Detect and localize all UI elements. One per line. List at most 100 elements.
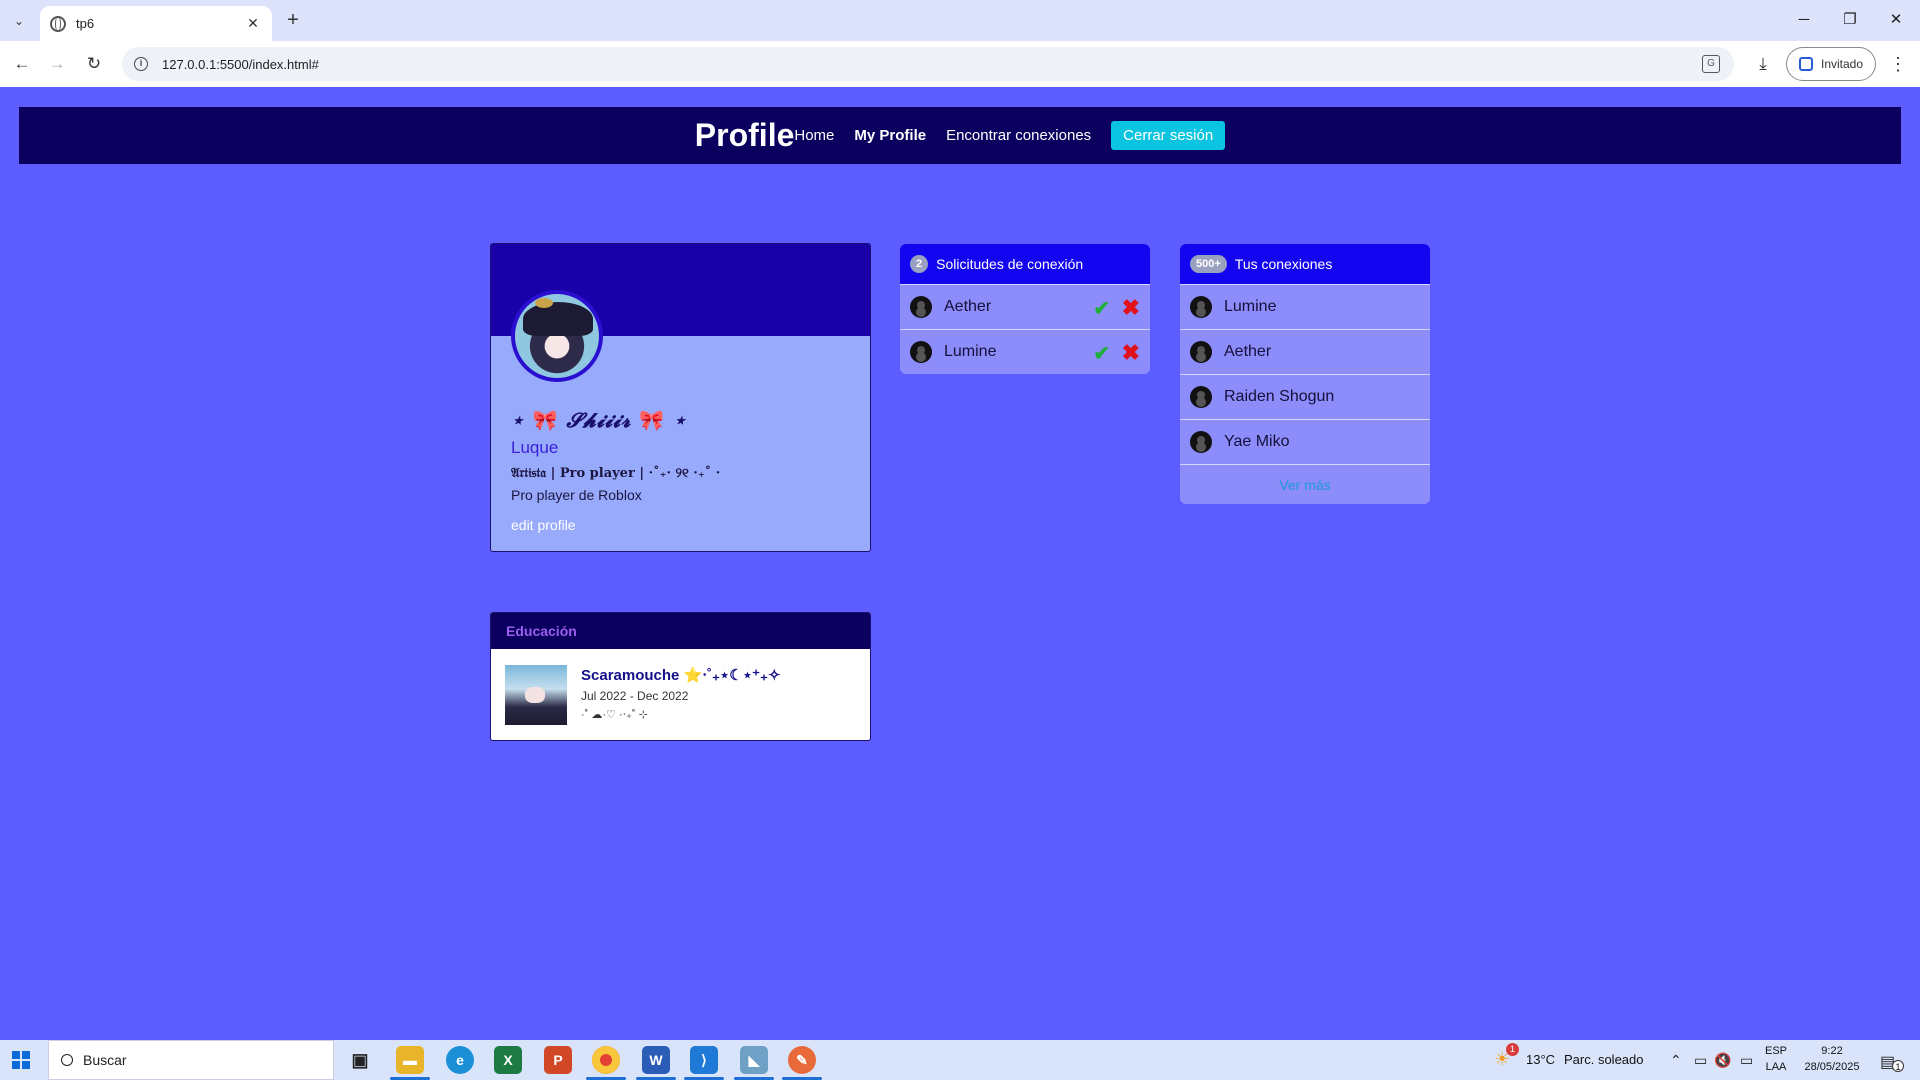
accept-check-icon[interactable]: ✔	[1093, 341, 1110, 366]
language-top[interactable]: ESP	[1762, 1045, 1790, 1057]
address-bar[interactable]: i 127.0.0.1:5500/index.html# G	[122, 47, 1734, 81]
weather-alert-badge: 1	[1506, 1043, 1519, 1056]
education-card: Educación Scaramouche ⭐‧˚₊⋆☾⋆⁺₊✧ Jul 202…	[490, 612, 871, 741]
profile-card: ⋆ 🎀 𝓢𝓱𝓲𝓲𝓲𝓻 🎀 ⋆ Luque 𝔄𝔯𝔱𝔦𝔰𝔱𝔞 | Pro playe…	[490, 243, 871, 552]
close-window-icon[interactable]: ✕	[1876, 6, 1916, 34]
meet-icon[interactable]: ▭	[1694, 1052, 1707, 1069]
new-tab-plus-icon[interactable]: +	[281, 8, 305, 32]
close-tab-icon[interactable]: ✕	[244, 15, 262, 32]
site-navbar: Profile Home My Profile Encontrar conexi…	[19, 107, 1901, 164]
tab-list-chevron-icon[interactable]: ⌄	[8, 10, 30, 32]
nav-find-connections-link[interactable]: Encontrar conexiones	[946, 127, 1091, 144]
education-header: Educación	[491, 613, 870, 649]
reload-icon[interactable]: ↻	[82, 52, 106, 76]
weather-temperature[interactable]: 13°C	[1526, 1052, 1555, 1067]
connections-header: 500+ Tus conexiones	[1180, 244, 1430, 284]
download-icon[interactable]: ⤓	[1752, 53, 1774, 75]
notifications-badge: 1	[1892, 1060, 1904, 1072]
requests-header: 2 Solicitudes de conexión	[900, 244, 1150, 284]
user-avatar-icon	[1190, 296, 1212, 318]
search-icon	[61, 1054, 73, 1066]
person-icon	[1799, 57, 1813, 71]
guest-profile-button[interactable]: Invitado	[1786, 47, 1876, 81]
connection-name: Lumine	[1224, 298, 1277, 315]
user-avatar-icon	[1190, 386, 1212, 408]
profile-info: ⋆ 🎀 𝓢𝓱𝓲𝓲𝓲𝓻 🎀 ⋆ Luque 𝔄𝔯𝔱𝔦𝔰𝔱𝔞 | Pro playe…	[511, 408, 851, 535]
profile-label: Invitado	[1821, 57, 1864, 71]
request-name: Aether	[944, 298, 992, 315]
reject-x-icon[interactable]: ✖	[1122, 340, 1140, 366]
see-more-link[interactable]: Ver más	[1180, 464, 1430, 504]
translate-icon[interactable]: G	[1702, 55, 1720, 73]
muted-speaker-icon[interactable]: 🔇	[1714, 1052, 1731, 1069]
connection-row[interactable]: Yae Miko	[1180, 419, 1430, 464]
request-row: Aether ✔ ✖	[900, 284, 1150, 329]
word-icon[interactable]: W	[642, 1046, 670, 1074]
connection-name: Yae Miko	[1224, 433, 1290, 450]
browser-toolbar: ← → ↻ i 127.0.0.1:5500/index.html# G ⤓ I…	[0, 41, 1920, 87]
brand-title: Profile	[694, 117, 795, 153]
user-avatar-icon	[910, 341, 932, 363]
user-avatar-icon	[1190, 341, 1212, 363]
file-explorer-icon[interactable]: ▬	[396, 1046, 424, 1074]
connections-panel: 500+ Tus conexiones Lumine Aether Raiden…	[1180, 244, 1430, 504]
education-description: ·˚ ☁·♡ ·‧₊˚ ⊹	[581, 709, 648, 721]
connection-row[interactable]: Raiden Shogun	[1180, 374, 1430, 419]
vscode-icon[interactable]: ⟩	[690, 1046, 718, 1074]
education-dates: Jul 2022 - Dec 2022	[581, 689, 689, 703]
connections-count-badge: 500+	[1190, 255, 1227, 273]
browser-tabstrip: ⌄ tp6 ✕ + ─ ❐ ✕	[0, 0, 1920, 41]
requests-title: Solicitudes de conexión	[936, 256, 1084, 272]
tab-title: tp6	[76, 16, 95, 31]
windows-start-icon[interactable]	[12, 1051, 30, 1069]
clock-time[interactable]: 9:22	[1800, 1045, 1864, 1057]
forward-arrow-icon[interactable]: →	[45, 52, 69, 76]
edge-icon[interactable]: e	[446, 1046, 474, 1074]
display-name: ⋆ 🎀 𝓢𝓱𝓲𝓲𝓲𝓻 🎀 ⋆	[511, 408, 687, 432]
edit-profile-link[interactable]: edit profile	[511, 517, 576, 533]
education-title: Scaramouche ⭐‧˚₊⋆☾⋆⁺₊✧	[581, 667, 781, 684]
globe-icon	[50, 15, 66, 32]
connection-row[interactable]: Aether	[1180, 329, 1430, 374]
weather-description[interactable]: Parc. soleado	[1564, 1052, 1644, 1067]
kebab-menu-icon[interactable]: ⋮	[1888, 51, 1908, 77]
taskbar-search[interactable]: Buscar	[48, 1040, 334, 1080]
connection-name: Raiden Shogun	[1224, 388, 1335, 405]
language-bottom[interactable]: LAA	[1762, 1061, 1790, 1073]
clock-date[interactable]: 28/05/2025	[1800, 1061, 1864, 1073]
logout-button[interactable]: Cerrar sesión	[1111, 121, 1226, 150]
profile-bio: Pro player de Roblox	[511, 487, 642, 503]
powerpoint-icon[interactable]: P	[544, 1046, 572, 1074]
connection-requests-panel: 2 Solicitudes de conexión Aether ✔ ✖ Lum…	[900, 244, 1150, 374]
user-avatar-icon	[1190, 431, 1212, 453]
bow-icon: 🎀	[639, 408, 666, 432]
taskbar-search-placeholder: Buscar	[83, 1052, 127, 1068]
restore-icon[interactable]: ❐	[1830, 6, 1870, 34]
excel-icon[interactable]: X	[494, 1046, 522, 1074]
connection-row[interactable]: Lumine	[1180, 284, 1430, 329]
back-arrow-icon[interactable]: ←	[10, 52, 34, 76]
site-info-icon[interactable]: i	[134, 57, 148, 71]
accept-check-icon[interactable]: ✔	[1093, 296, 1110, 321]
education-thumbnail	[505, 665, 567, 725]
minimize-icon[interactable]: ─	[1784, 6, 1824, 34]
nav-my-profile-link[interactable]: My Profile	[854, 127, 926, 144]
browser-tab[interactable]: tp6 ✕	[40, 6, 272, 41]
profile-avatar	[511, 290, 603, 382]
profile-surname: Luque	[511, 438, 559, 457]
request-name: Lumine	[944, 343, 997, 360]
paint-icon[interactable]: ✎	[788, 1046, 816, 1074]
app-icon[interactable]: ◣	[740, 1046, 768, 1074]
nav-home-link[interactable]: Home	[794, 127, 834, 144]
task-view-icon[interactable]: ▣	[346, 1046, 374, 1074]
bow-icon: 🎀	[532, 408, 559, 432]
profile-headline: 𝔄𝔯𝔱𝔦𝔰𝔱𝔞 | Pro player | ·˚₊· ୨୧ ·₊˚ ·	[511, 466, 721, 481]
network-icon[interactable]: ▭	[1740, 1052, 1753, 1069]
url-text[interactable]: 127.0.0.1:5500/index.html#	[162, 57, 319, 72]
reject-x-icon[interactable]: ✖	[1122, 295, 1140, 321]
chrome-icon[interactable]	[592, 1046, 620, 1074]
chevron-up-icon[interactable]: ⌃	[1670, 1052, 1682, 1069]
requests-count-badge: 2	[910, 255, 929, 273]
user-avatar-icon	[910, 296, 932, 318]
connections-title: Tus conexiones	[1234, 256, 1333, 272]
